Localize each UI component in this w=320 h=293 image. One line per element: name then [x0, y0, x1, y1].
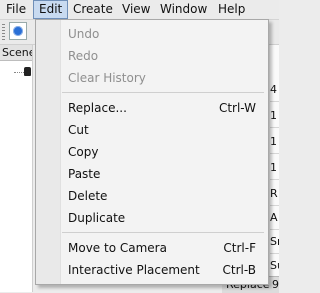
menu-item-paste[interactable]: Paste: [68, 164, 100, 184]
property-panel: 4 1 1 1 R A Sr Su: [270, 45, 279, 292]
menu-help[interactable]: Help: [218, 0, 245, 19]
menu-item-undo[interactable]: Undo: [68, 24, 99, 44]
interactive-placement-shortcut: Ctrl-B: [222, 263, 257, 277]
menu-create[interactable]: Create: [73, 0, 113, 19]
menu-item-redo[interactable]: Redo: [68, 46, 98, 66]
scene-gear-icon: [13, 26, 23, 36]
move-to-camera-shortcut: Ctrl-F: [223, 241, 256, 255]
menu-item-duplicate[interactable]: Duplicate: [68, 208, 125, 228]
menu-separator: [62, 232, 264, 233]
menu-edit[interactable]: Edit: [33, 0, 69, 19]
property-cell[interactable]: A: [270, 207, 279, 230]
scene-panel: Scene: [0, 45, 33, 292]
property-cell[interactable]: 1: [270, 157, 279, 180]
replace-shortcut: Ctrl-W: [218, 101, 256, 115]
scene-toolbar-button[interactable]: [9, 22, 27, 40]
menu-window[interactable]: Window: [160, 0, 207, 19]
menu-icon-gutter: [36, 20, 61, 284]
property-cell[interactable]: Sr: [270, 231, 279, 254]
property-cell[interactable]: 1: [270, 131, 279, 154]
property-cell[interactable]: 4: [270, 79, 279, 102]
scene-tab[interactable]: Scene: [0, 45, 32, 61]
menu-item-cut[interactable]: Cut: [68, 120, 89, 140]
object-node-icon[interactable]: [24, 67, 31, 76]
property-cell[interactable]: R: [270, 183, 279, 206]
menu-item-copy[interactable]: Copy: [68, 142, 98, 162]
property-cell[interactable]: Su: [270, 255, 279, 278]
property-cell[interactable]: 1: [270, 105, 279, 128]
menu-item-clear-history[interactable]: Clear History: [68, 68, 146, 88]
toolbar-grip-icon[interactable]: [2, 24, 5, 40]
menubar: File Edit Create View Window Help: [0, 0, 279, 20]
menu-item-replace[interactable]: Replace...: [68, 98, 127, 118]
menu-item-interactive-placement[interactable]: Interactive Placement: [68, 260, 200, 280]
menu-item-delete[interactable]: Delete: [68, 186, 107, 206]
menu-view[interactable]: View: [122, 0, 150, 19]
menu-item-move-to-camera[interactable]: Move to Camera: [68, 238, 167, 258]
menu-separator: [62, 92, 264, 93]
menu-file[interactable]: File: [6, 0, 26, 19]
edit-menu: Undo Redo Clear History Replace... Ctrl-…: [35, 19, 269, 285]
replace-value: 9: [272, 278, 279, 291]
